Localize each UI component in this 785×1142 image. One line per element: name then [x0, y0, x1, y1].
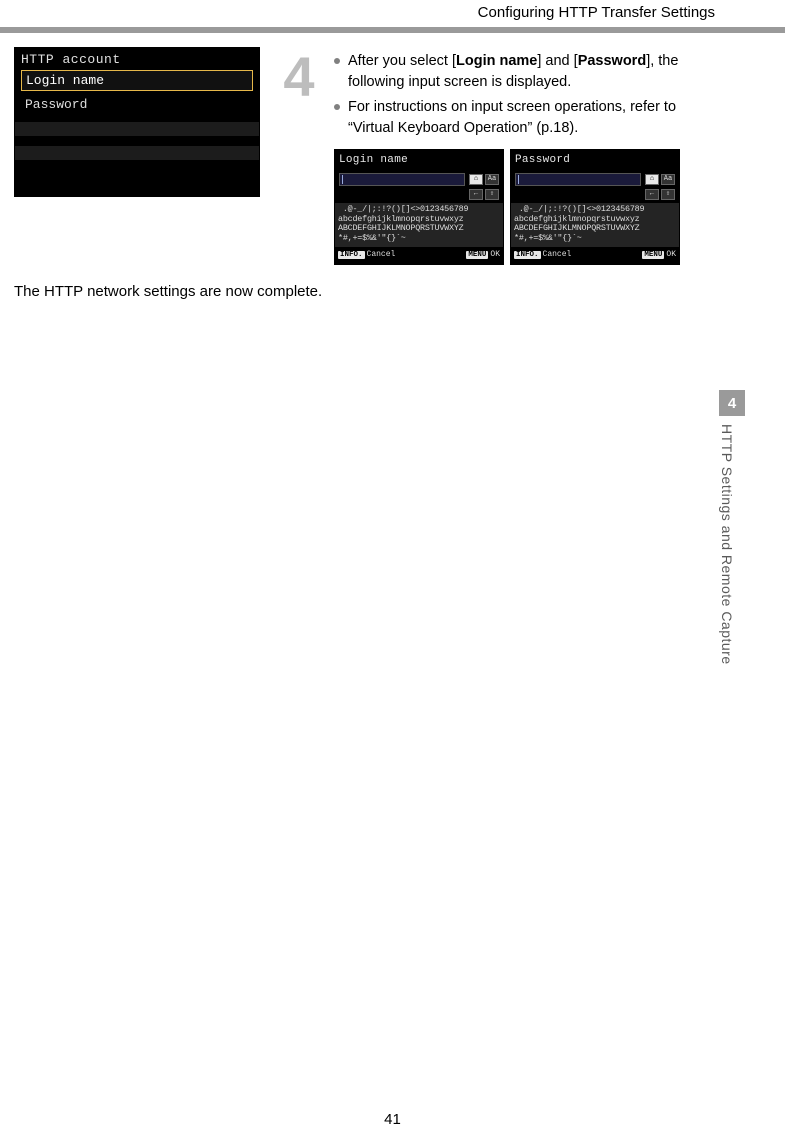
side-tab: 4 HTTP Settings and Remote Capture	[719, 390, 745, 704]
kb-icon-row2: ← ⇧	[335, 189, 503, 203]
text: After you select [	[348, 53, 456, 69]
menu-tag: MENU	[642, 251, 664, 259]
keyboard-screenshots: Login name ⌂ Aa ← ⇧	[334, 149, 725, 264]
kb-chars: .@-_/|;:!?()[]<>0123456789 abcdefghijklm…	[335, 203, 503, 247]
key-icon: ⌂	[469, 174, 483, 185]
kb-delete-icons: ← ⇧	[469, 189, 499, 200]
completion-text: The HTTP network settings are now comple…	[14, 283, 725, 300]
keyboard-password: Password ⌂ Aa ← ⇧	[510, 149, 680, 264]
delete-icon: ←	[645, 189, 659, 200]
kb-chars: .@-_/|;:!?()[]<>0123456789 abcdefghijklm…	[511, 203, 679, 247]
cursor-icon	[342, 175, 343, 184]
page-header-title: Configuring HTTP Transfer Settings	[0, 0, 785, 27]
bullet-1: After you select [Login name] and [Passw…	[334, 51, 725, 93]
cursor-icon	[518, 175, 519, 184]
text: ] and [	[537, 53, 577, 69]
bullet-2: For instructions on input screen operati…	[334, 97, 725, 139]
menu-strip	[15, 122, 259, 136]
menu-tag: MENU	[466, 251, 488, 259]
kb-input-row: ⌂ Aa	[511, 171, 679, 189]
ok-label: OK	[666, 250, 676, 259]
cancel-label: Cancel	[543, 250, 572, 259]
bold-password: Password	[578, 53, 647, 69]
side-tab-number: 4	[719, 390, 745, 416]
bold-login: Login name	[456, 53, 537, 69]
shift-icon: ⇧	[485, 189, 499, 200]
kb-delete-icons: ← ⇧	[645, 189, 675, 200]
menu-item-password: Password	[21, 95, 253, 114]
kb-char-row: *#,+=$%&'"{}`~	[338, 234, 500, 244]
delete-icon: ←	[469, 189, 483, 200]
kb-input-row: ⌂ Aa	[335, 171, 503, 189]
kb-icon-row2: ← ⇧	[511, 189, 679, 203]
shift-icon: ⇧	[661, 189, 675, 200]
side-tab-label: HTTP Settings and Remote Capture	[719, 424, 735, 704]
keyboard-login: Login name ⌂ Aa ← ⇧	[334, 149, 504, 264]
menu-item-login: Login name	[21, 70, 253, 91]
info-tag: INFO.	[514, 251, 541, 259]
kb-title: Password	[511, 150, 679, 171]
ok-label: OK	[490, 250, 500, 259]
key-icon: ⌂	[645, 174, 659, 185]
mode-icon: Aa	[661, 174, 675, 185]
info-tag: INFO.	[338, 251, 365, 259]
kb-mode-icons: ⌂ Aa	[645, 174, 675, 185]
kb-title: Login name	[335, 150, 503, 171]
menu-title: HTTP account	[15, 48, 259, 70]
step-number: 4	[272, 47, 322, 105]
kb-footer: INFO.Cancel MENUOK	[511, 247, 679, 264]
kb-chars-line: .@-_/|;:!?()[]<>0123456789	[519, 204, 644, 214]
kb-input	[515, 173, 641, 186]
mode-icon: Aa	[485, 174, 499, 185]
http-account-menu: HTTP account Login name Password	[14, 47, 260, 197]
cancel-label: Cancel	[367, 250, 396, 259]
kb-chars-line: .@-_/|;:!?()[]<>0123456789	[343, 204, 468, 214]
kb-mode-icons: ⌂ Aa	[469, 174, 499, 185]
menu-strip	[15, 146, 259, 160]
step-description: After you select [Login name] and [Passw…	[334, 47, 725, 265]
page-number: 41	[0, 1111, 785, 1128]
kb-char-row: *#,+=$%&'"{}`~	[514, 234, 676, 244]
kb-footer: INFO.Cancel MENUOK	[335, 247, 503, 264]
kb-input	[339, 173, 465, 186]
